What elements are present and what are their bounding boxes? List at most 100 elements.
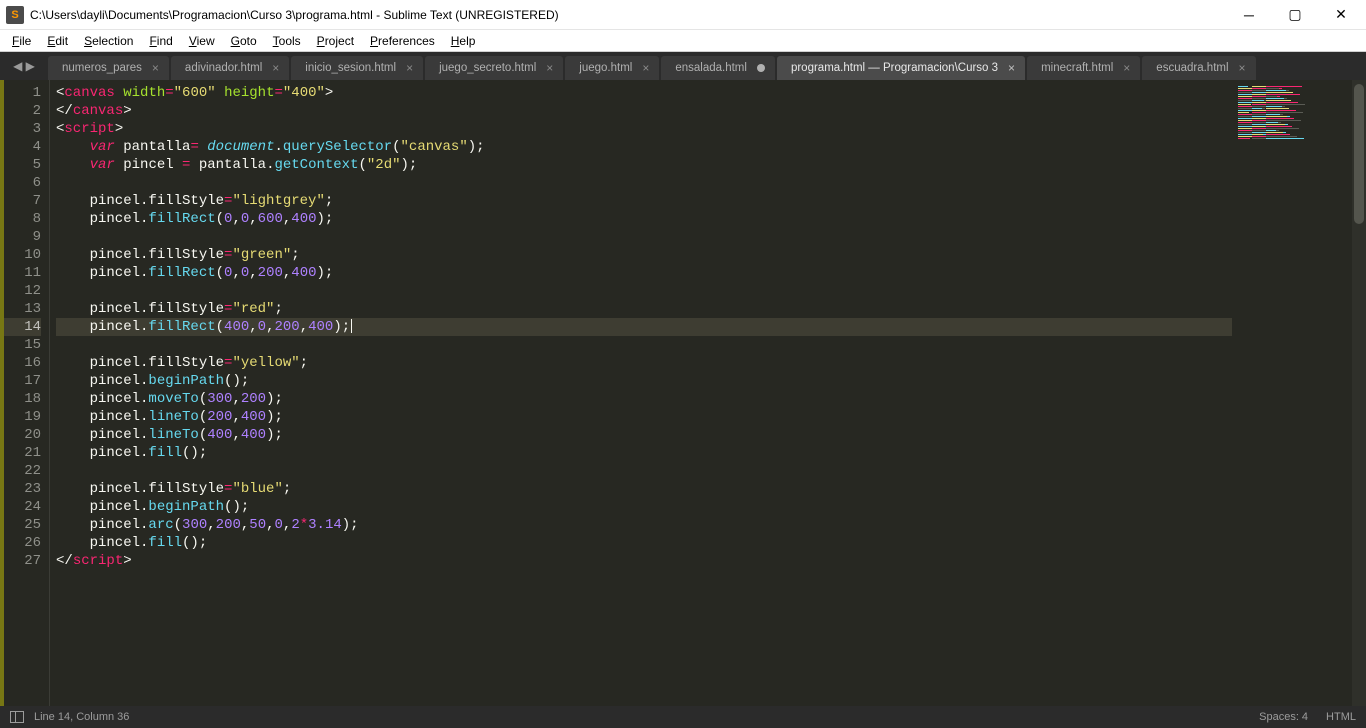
code-line[interactable] (56, 282, 1232, 300)
tab-label: ensalada.html (675, 62, 747, 74)
code-line[interactable]: pincel.fillStyle="blue"; (56, 480, 1232, 498)
menu-view[interactable]: View (183, 32, 221, 50)
menu-file[interactable]: File (6, 32, 37, 50)
code-line[interactable]: pincel.lineTo(200,400); (56, 408, 1232, 426)
minimap[interactable] (1232, 80, 1352, 706)
status-indent[interactable]: Spaces: 4 (1259, 711, 1308, 723)
close-tab-icon[interactable]: × (152, 61, 159, 75)
tab-4[interactable]: juego.html× (565, 56, 659, 80)
close-tab-icon[interactable]: × (546, 61, 553, 75)
code-line[interactable]: pincel.fillRect(0,0,200,400); (56, 264, 1232, 282)
line-number[interactable]: 13 (4, 300, 41, 318)
menu-tools[interactable]: Tools (267, 32, 307, 50)
line-number[interactable]: 21 (4, 444, 41, 462)
tab-1[interactable]: adivinador.html× (171, 56, 289, 80)
tab-3[interactable]: juego_secreto.html × (425, 56, 563, 80)
line-number[interactable]: 3 (4, 120, 41, 138)
line-number[interactable]: 25 (4, 516, 41, 534)
close-tab-icon[interactable]: × (642, 61, 649, 75)
code-line[interactable]: <canvas width="600" height="400"> (56, 84, 1232, 102)
code-line[interactable]: pincel.moveTo(300,200); (56, 390, 1232, 408)
line-number[interactable]: 6 (4, 174, 41, 192)
line-number[interactable]: 10 (4, 246, 41, 264)
code-line[interactable]: pincel.beginPath(); (56, 498, 1232, 516)
tab-2[interactable]: inicio_sesion.html× (291, 56, 423, 80)
code-line[interactable]: var pantalla= document.querySelector("ca… (56, 138, 1232, 156)
line-number[interactable]: 9 (4, 228, 41, 246)
menu-edit[interactable]: Edit (41, 32, 74, 50)
line-number[interactable]: 26 (4, 534, 41, 552)
tab-7[interactable]: minecraft.html× (1027, 56, 1140, 80)
code-editor[interactable]: <canvas width="600" height="400"></canva… (50, 80, 1232, 706)
tab-nav-arrows[interactable]: ◀ ▶ (0, 52, 48, 80)
code-line[interactable]: <script> (56, 120, 1232, 138)
line-number[interactable]: 18 (4, 390, 41, 408)
close-tab-icon[interactable]: × (272, 61, 279, 75)
menu-selection[interactable]: Selection (78, 32, 139, 50)
code-line[interactable]: pincel.fillRect(400,0,200,400); (56, 318, 1232, 336)
line-gutter[interactable]: 1234567891011121314151617181920212223242… (4, 80, 50, 706)
tab-label: juego_secreto.html (439, 62, 536, 74)
line-number[interactable]: 5 (4, 156, 41, 174)
statusbar: Line 14, Column 36 Spaces: 4 HTML (0, 706, 1366, 728)
editor-area: 1234567891011121314151617181920212223242… (0, 80, 1366, 706)
line-number[interactable]: 8 (4, 210, 41, 228)
minimize-button[interactable]: ─ (1226, 0, 1272, 30)
maximize-button[interactable]: ▢ (1272, 0, 1318, 30)
line-number[interactable]: 15 (4, 336, 41, 354)
tab-8[interactable]: escuadra.html× (1142, 56, 1255, 80)
code-line[interactable]: </canvas> (56, 102, 1232, 120)
panel-switcher-icon[interactable] (10, 711, 24, 723)
menu-find[interactable]: Find (143, 32, 178, 50)
code-line[interactable]: var pincel = pantalla.getContext("2d"); (56, 156, 1232, 174)
line-number[interactable]: 27 (4, 552, 41, 570)
code-line[interactable] (56, 462, 1232, 480)
tab-5[interactable]: ensalada.html (661, 56, 775, 80)
line-number[interactable]: 24 (4, 498, 41, 516)
menu-project[interactable]: Project (311, 32, 360, 50)
menu-preferences[interactable]: Preferences (364, 32, 441, 50)
vertical-scrollbar[interactable] (1352, 80, 1366, 706)
line-number[interactable]: 17 (4, 372, 41, 390)
tab-label: programa.html — Programacion\Curso 3 (791, 62, 998, 74)
close-tab-icon[interactable]: × (1008, 61, 1015, 75)
code-line[interactable]: pincel.beginPath(); (56, 372, 1232, 390)
status-syntax[interactable]: HTML (1326, 711, 1356, 723)
code-line[interactable]: pincel.fill(); (56, 444, 1232, 462)
tab-0[interactable]: numeros_pares× (48, 56, 169, 80)
close-tab-icon[interactable]: × (1239, 61, 1246, 75)
code-line[interactable]: pincel.fillStyle="green"; (56, 246, 1232, 264)
line-number[interactable]: 1 (4, 84, 41, 102)
menu-help[interactable]: Help (445, 32, 482, 50)
tab-strip: ◀ ▶ numeros_pares×adivinador.html×inicio… (0, 52, 1366, 80)
code-line[interactable]: pincel.fillStyle="lightgrey"; (56, 192, 1232, 210)
code-line[interactable] (56, 336, 1232, 354)
code-line[interactable]: </script> (56, 552, 1232, 570)
code-line[interactable]: pincel.arc(300,200,50,0,2*3.14); (56, 516, 1232, 534)
code-line[interactable] (56, 228, 1232, 246)
code-line[interactable]: pincel.fillRect(0,0,600,400); (56, 210, 1232, 228)
line-number[interactable]: 2 (4, 102, 41, 120)
code-line[interactable]: pincel.fillStyle="red"; (56, 300, 1232, 318)
close-tab-icon[interactable]: × (1123, 61, 1130, 75)
code-line[interactable] (56, 174, 1232, 192)
scrollbar-thumb[interactable] (1354, 84, 1364, 224)
code-line[interactable]: pincel.fillStyle="yellow"; (56, 354, 1232, 372)
status-position[interactable]: Line 14, Column 36 (34, 711, 129, 723)
line-number[interactable]: 20 (4, 426, 41, 444)
menu-goto[interactable]: Goto (225, 32, 263, 50)
tab-6[interactable]: programa.html — Programacion\Curso 3 × (777, 56, 1025, 80)
line-number[interactable]: 14 (4, 318, 41, 336)
line-number[interactable]: 12 (4, 282, 41, 300)
line-number[interactable]: 11 (4, 264, 41, 282)
line-number[interactable]: 19 (4, 408, 41, 426)
close-window-button[interactable]: ✕ (1318, 0, 1364, 30)
line-number[interactable]: 22 (4, 462, 41, 480)
close-tab-icon[interactable]: × (406, 61, 413, 75)
line-number[interactable]: 23 (4, 480, 41, 498)
code-line[interactable]: pincel.lineTo(400,400); (56, 426, 1232, 444)
line-number[interactable]: 16 (4, 354, 41, 372)
line-number[interactable]: 4 (4, 138, 41, 156)
line-number[interactable]: 7 (4, 192, 41, 210)
code-line[interactable]: pincel.fill(); (56, 534, 1232, 552)
